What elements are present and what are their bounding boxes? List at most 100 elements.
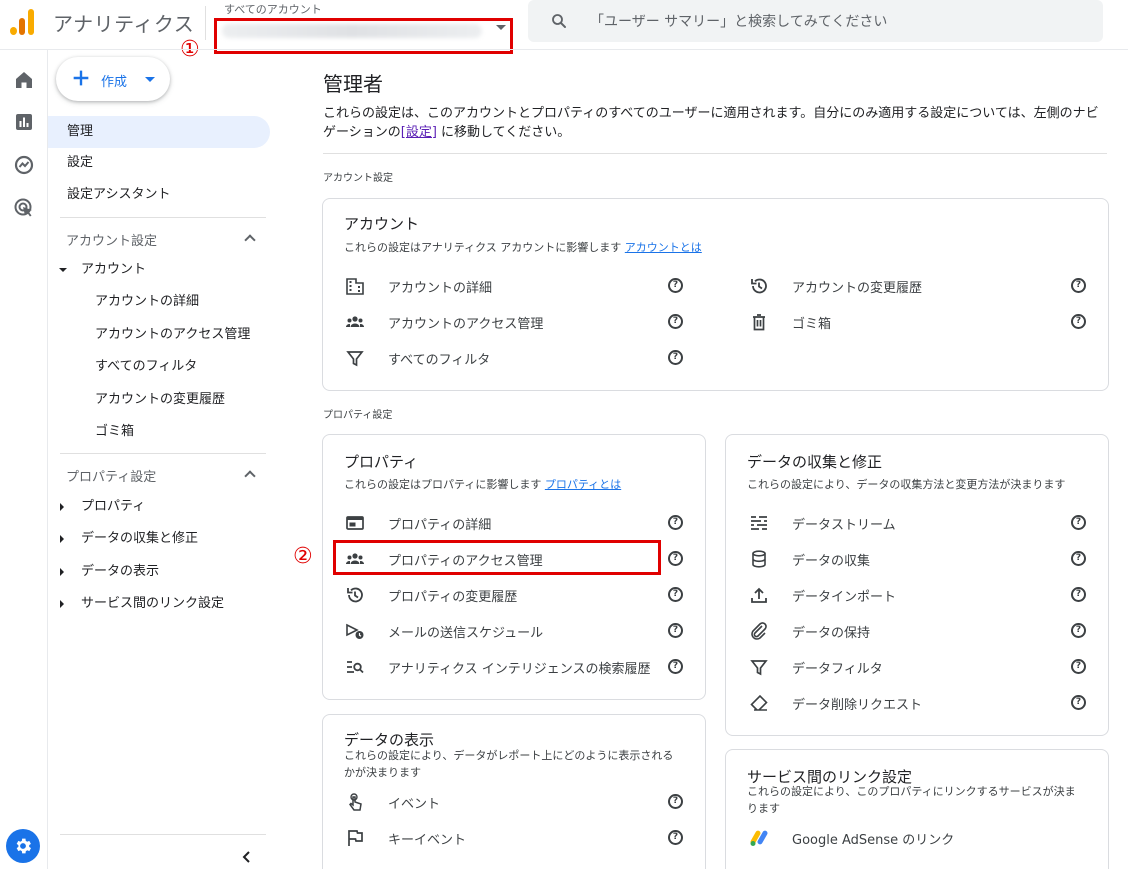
data-collection-card: データの収集と修正 これらの設定により、データの収集方法と変更方法が決まります … [725, 434, 1109, 736]
help-icon[interactable]: ? [668, 794, 683, 809]
row-label: アナリティクス インテリジェンスの検索履歴 [388, 662, 651, 677]
chevron-up-icon[interactable] [244, 234, 256, 246]
data-deletion-requests-row[interactable]: データ削除リクエスト ? [749, 691, 1089, 715]
help-icon[interactable]: ? [1071, 695, 1086, 710]
account-details-row[interactable]: アカウントの詳細 ? [345, 274, 685, 298]
page-description-text: に移動してください。 [436, 125, 571, 140]
help-icon[interactable]: ? [668, 830, 683, 845]
help-icon[interactable]: ? [1071, 659, 1086, 674]
help-icon[interactable]: ? [1071, 515, 1086, 530]
sidebar-item-label: データの表示 [81, 564, 160, 579]
property-details-row[interactable]: プロパティの詳細 ? [345, 511, 685, 535]
database-icon [752, 550, 766, 568]
settings-link[interactable]: [設定] [401, 125, 437, 140]
help-icon[interactable]: ? [668, 515, 683, 530]
card-description: これらの設定により、このプロパティにリンクするサービスが決ま ります [747, 783, 1076, 817]
help-icon[interactable]: ? [1071, 551, 1086, 566]
search-input[interactable]: 「ユーザー サマリー」と検索してみてください [590, 11, 887, 31]
data-collection-row[interactable]: データの収集 ? [749, 547, 1089, 571]
analytics-logo-icon[interactable] [10, 7, 38, 35]
help-icon[interactable]: ? [1071, 314, 1086, 329]
create-button[interactable]: 作成 [56, 57, 170, 101]
trash-icon [753, 314, 765, 331]
card-description: これらの設定により、データがレポート上にどのように表示される かが決まります [344, 747, 673, 781]
sidebar-item-label: アカウント [81, 262, 147, 277]
all-filters-row[interactable]: すべてのフィルタ ? [345, 346, 685, 370]
row-label: プロパティの詳細 [388, 518, 492, 533]
collapse-sidebar-icon[interactable] [240, 850, 254, 864]
help-icon[interactable]: ? [668, 551, 683, 566]
top-bar: アナリティクス すべてのアカウント ① 「ユーザー サマリー」と検索してみてくだ… [0, 0, 1128, 61]
sidebar-divider [60, 834, 266, 835]
property-change-history-row[interactable]: プロパティの変更履歴 ? [345, 583, 685, 607]
row-label: アカウントの詳細 [388, 281, 493, 296]
trash-row[interactable]: ゴミ箱 ? [749, 310, 1089, 334]
row-label: アカウントのアクセス管理 [388, 317, 544, 332]
data-filters-row[interactable]: データフィルタ ? [749, 655, 1089, 679]
sidebar-item-label: アカウントのアクセス管理 [95, 327, 251, 342]
annotation-marker-2: ② [293, 544, 313, 569]
account-access-management-row[interactable]: アカウントのアクセス管理 ? [345, 310, 685, 334]
sidebar-item-admin[interactable]: 管理 [48, 116, 270, 148]
sidebar-divider [60, 453, 266, 454]
help-icon[interactable]: ? [668, 587, 683, 602]
card-title: プロパティ [344, 453, 419, 471]
help-icon[interactable]: ? [1071, 278, 1086, 293]
data-retention-row[interactable]: データの保持 ? [749, 619, 1089, 643]
data-display-card: データの表示 これらの設定により、データがレポート上にどのように表示される かが決… [322, 714, 706, 869]
help-icon[interactable]: ? [1071, 587, 1086, 602]
explore-icon[interactable] [12, 153, 36, 177]
app-title: アナリティクス [53, 12, 195, 36]
scheduled-emails-row[interactable]: メールの送信スケジュール ? [345, 619, 685, 643]
data-streams-row[interactable]: データストリーム ? [749, 511, 1089, 535]
reports-icon[interactable] [12, 110, 36, 134]
adsense-logo-icon [750, 830, 768, 846]
help-icon[interactable]: ? [668, 659, 683, 674]
data-streams-icon [751, 516, 767, 530]
help-icon[interactable]: ? [1071, 623, 1086, 638]
expand-arrow-icon [60, 568, 64, 576]
search-bar[interactable]: 「ユーザー サマリー」と検索してみてください [528, 0, 1103, 42]
sidebar-item-label: プロパティ [81, 499, 146, 514]
expand-arrow-icon [60, 600, 64, 608]
section-label-account: アカウント設定 [323, 173, 393, 184]
key-events-row[interactable]: キーイベント ? [345, 826, 685, 850]
attachment-icon [751, 622, 767, 640]
sidebar-item-label: 設定 [67, 155, 94, 170]
account-change-history-row[interactable]: アカウントの変更履歴 ? [749, 274, 1089, 298]
sidebar-section-account-settings[interactable]: アカウント設定 [66, 230, 157, 249]
row-label: データの保持 [792, 626, 871, 641]
events-row[interactable]: イベント ? [345, 790, 685, 814]
row-label: イベント [388, 797, 441, 812]
admin-settings-button[interactable] [6, 829, 40, 863]
sidebar-section-property-settings[interactable]: プロパティ設定 [66, 466, 156, 485]
expand-arrow-icon [60, 503, 64, 511]
intelligence-search-history-row[interactable]: アナリティクス インテリジェンスの検索履歴 ? [345, 655, 685, 679]
help-icon[interactable]: ? [668, 314, 683, 329]
help-icon[interactable]: ? [668, 278, 683, 293]
header-divider [205, 6, 206, 40]
what-is-property-link[interactable]: プロパティとは [545, 478, 621, 491]
help-icon[interactable]: ? [668, 623, 683, 638]
building-icon [346, 278, 364, 295]
row-label: データの収集 [792, 554, 871, 569]
help-icon[interactable]: ? [668, 350, 683, 365]
card-description: これらの設定はアナリティクス アカウントに影響します アカウントとは [344, 239, 702, 256]
row-label: プロパティの変更履歴 [388, 590, 518, 605]
card-description: これらの設定により、データの収集方法と変更方法が決まります [747, 478, 1066, 491]
card-title: アカウント [344, 215, 420, 233]
sidebar-divider [60, 217, 266, 218]
expand-arrow-icon [60, 535, 64, 543]
advertising-icon[interactable] [12, 196, 36, 220]
data-import-row[interactable]: データインポート ? [749, 583, 1089, 607]
annotation-box-property-access[interactable] [333, 540, 661, 575]
adsense-link-row[interactable]: Google AdSense のリンク [749, 826, 1089, 850]
account-card: アカウント これらの設定はアナリティクス アカウントに影響します アカウントとは… [322, 198, 1109, 391]
what-is-account-link[interactable]: アカウントとは [625, 241, 702, 254]
chevron-up-icon[interactable] [244, 470, 256, 482]
sidebar-item-label: データの収集と修正 [81, 531, 199, 546]
card-description-line: これらの設定により、このプロパティにリンクするサービスが決ま [747, 785, 1076, 798]
card-description-line: かが決まります [344, 766, 421, 779]
home-icon[interactable] [12, 68, 36, 92]
nav-rail [0, 50, 48, 869]
